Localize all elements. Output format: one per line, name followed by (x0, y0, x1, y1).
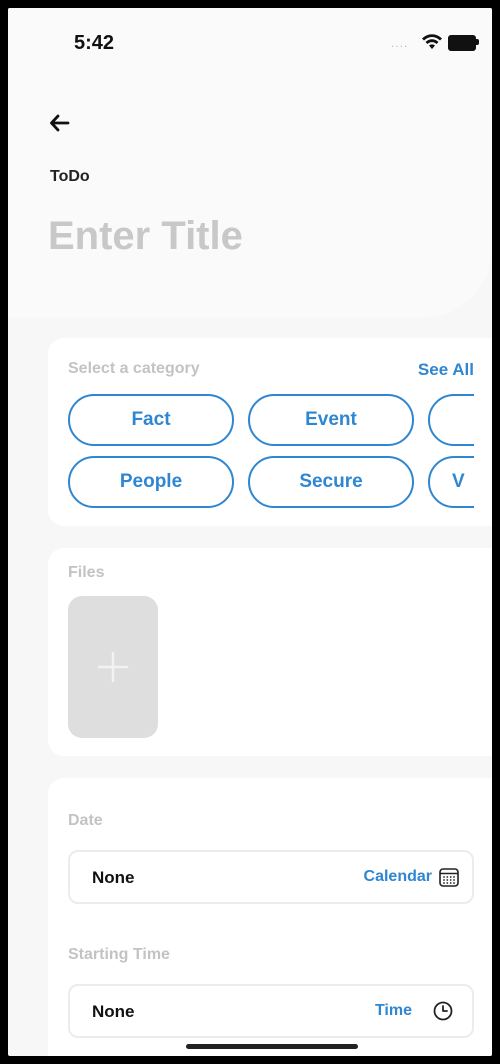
date-value: None (92, 868, 135, 887)
chip-fact[interactable]: Fact (68, 394, 234, 446)
status-time: 5:42 (74, 32, 115, 54)
time-button[interactable]: Time (375, 1002, 412, 1020)
date-field[interactable]: None Calendar (68, 850, 474, 904)
files-label: Files (68, 564, 105, 581)
starting-time-field[interactable]: None Time (68, 984, 474, 1038)
category-chips: Fact Event People Secure V (68, 390, 474, 514)
note-type-label: ToDo (50, 168, 90, 185)
screen: 5:42 .... ToDo Select a category See All… (8, 8, 492, 1056)
title-input[interactable] (48, 206, 468, 266)
chip-secure[interactable]: Secure (248, 456, 414, 508)
battery-icon (448, 35, 476, 51)
clock-icon[interactable] (432, 1000, 454, 1022)
calendar-button[interactable]: Calendar (364, 868, 432, 886)
status-bar: 5:42 .... (8, 8, 492, 78)
date-label: Date (68, 812, 103, 829)
starting-time-value: None (92, 1002, 135, 1021)
see-all-link[interactable]: See All (418, 360, 474, 380)
header-card: 5:42 .... ToDo (8, 8, 492, 318)
home-indicator (186, 1044, 358, 1049)
schedule-card: Date None Calendar Starting Time None Ti… (48, 778, 492, 1056)
signal-icon: .... (391, 36, 409, 50)
starting-time-label: Starting Time (68, 946, 170, 963)
category-card: Select a category See All Fact Event Peo… (48, 338, 492, 526)
chip-sixth[interactable]: V (428, 456, 474, 508)
add-file-button[interactable] (68, 596, 158, 738)
category-label: Select a category (68, 360, 200, 377)
calendar-icon[interactable] (438, 866, 460, 888)
plus-icon (97, 651, 129, 683)
wifi-icon (422, 34, 442, 49)
chip-people[interactable]: People (68, 456, 234, 508)
back-arrow-icon[interactable] (48, 108, 78, 138)
battery-cap (476, 39, 479, 45)
files-card: Files (48, 548, 492, 756)
chip-event[interactable]: Event (248, 394, 414, 446)
chip-third[interactable] (428, 394, 474, 446)
